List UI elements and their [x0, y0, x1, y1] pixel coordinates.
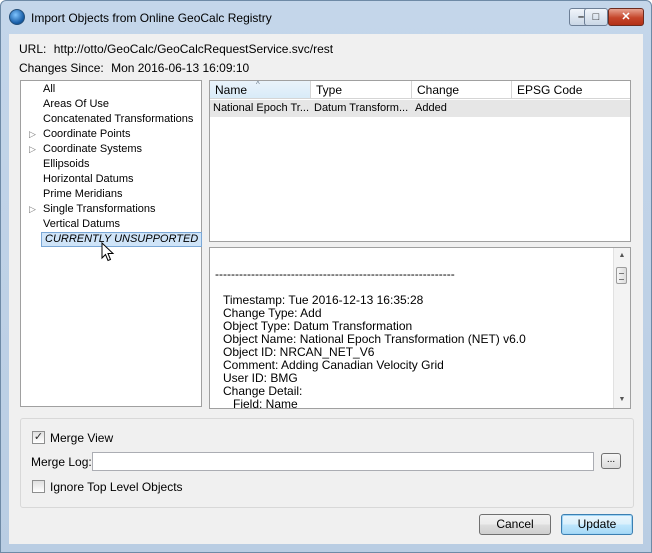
merge-view-checkbox[interactable]: ✓ [32, 431, 45, 444]
detail-line: Object ID: NRCAN_NET_V6 [223, 345, 375, 359]
scroll-thumb[interactable] [616, 267, 627, 284]
tree-item-label: CURRENTLY UNSUPPORTED [41, 232, 203, 247]
changes-since-label: Changes Since: [19, 61, 104, 75]
url-value: http://otto/GeoCalc/GeoCalcRequestServic… [53, 42, 334, 56]
detail-line: Change Detail: [223, 384, 303, 398]
tree-item-label: Coordinate Systems [43, 143, 143, 155]
sort-ascending-icon: ^ [256, 80, 260, 89]
mouse-cursor-icon [101, 242, 115, 262]
column-header-label: Change [417, 83, 460, 97]
merge-log-input[interactable] [92, 452, 594, 471]
cell-type: Datum Transform... [314, 102, 409, 114]
column-header-label: Name [215, 83, 248, 97]
update-button[interactable]: Update [561, 514, 633, 535]
tree-item-label: Areas Of Use [43, 98, 110, 110]
detail-separator: ----------------------------------------… [215, 267, 455, 281]
merge-log-label: Merge Log: [31, 455, 92, 469]
table-row[interactable]: National Epoch Tr... Datum Transform... … [210, 100, 630, 117]
scroll-up-icon[interactable]: ▲ [614, 249, 630, 263]
column-header-change[interactable]: Change [412, 81, 512, 99]
tree-item-label: Prime Meridians [43, 188, 123, 200]
change-detail-text[interactable]: ----------------------------------------… [209, 247, 631, 409]
tree-item-label: Coordinate Points [43, 128, 131, 140]
expand-arrow-icon[interactable]: ▷ [29, 202, 39, 217]
detail-line: Object Name: National Epoch Transformati… [223, 332, 526, 346]
merge-view-label: Merge View [50, 431, 114, 445]
url-line: URL: http://otto/GeoCalc/GeoCalcRequestS… [19, 42, 333, 56]
cancel-button[interactable]: Cancel [479, 514, 551, 535]
tree-item-label: Horizontal Datums [43, 173, 134, 185]
detail-line: Timestamp: Tue 2016-12-13 16:35:28 [223, 293, 424, 307]
globe-icon [9, 9, 25, 25]
ignore-top-level-checkbox[interactable] [32, 480, 45, 493]
changes-since-line: Changes Since: Mon 2016-06-13 16:09:10 [19, 61, 249, 75]
tree-item-label: All [43, 83, 56, 95]
title-bar[interactable]: Import Objects from Online GeoCalc Regis… [1, 1, 651, 35]
close-button[interactable]: ✕ [608, 8, 644, 26]
maximize-icon: □ [592, 11, 600, 23]
close-icon: ✕ [621, 11, 631, 23]
detail-line: Field: Name [223, 397, 298, 409]
scroll-down-icon[interactable]: ▼ [614, 393, 630, 407]
browse-button[interactable]: ... [601, 453, 621, 469]
url-label: URL: [19, 42, 47, 56]
tree-item-label: Ellipsoids [43, 158, 90, 170]
window-title: Import Objects from Online GeoCalc Regis… [31, 11, 272, 25]
dialog-body: URL: http://otto/GeoCalc/GeoCalcRequestS… [9, 34, 643, 544]
column-header-type[interactable]: Type [311, 81, 412, 99]
ignore-top-level-label: Ignore Top Level Objects [50, 480, 183, 494]
detail-line: Comment: Adding Canadian Velocity Grid [223, 358, 444, 372]
column-header-label: Type [316, 83, 343, 97]
cell-name: National Epoch Tr... [213, 102, 309, 114]
tree-item-label: Concatenated Transformations [43, 113, 194, 125]
tree-item-label: Vertical Datums [43, 218, 121, 230]
tree-item-label: Single Transformations [43, 203, 156, 215]
detail-line: User ID: BMG [223, 371, 298, 385]
cell-change: Added [415, 102, 447, 114]
detail-line: Change Type: Add [223, 306, 322, 320]
changes-since-value: Mon 2016-06-13 16:09:10 [111, 61, 250, 75]
column-header-name[interactable]: Name ^ [210, 80, 311, 99]
column-header-epsg-code[interactable]: EPSG Code [512, 81, 630, 99]
detail-line: Object Type: Datum Transformation [223, 319, 413, 333]
import-objects-dialog: Import Objects from Online GeoCalc Regis… [0, 0, 652, 553]
maximize-button[interactable]: □ [584, 8, 608, 26]
column-header-label: EPSG Code [517, 83, 583, 97]
changes-grid[interactable]: Name ^ Type Change EPSG Code National Ep… [209, 80, 631, 242]
expand-arrow-icon[interactable]: ▷ [29, 142, 39, 157]
expand-arrow-icon[interactable]: ▷ [29, 127, 39, 142]
detail-scrollbar[interactable]: ▲ ▼ [613, 248, 630, 408]
